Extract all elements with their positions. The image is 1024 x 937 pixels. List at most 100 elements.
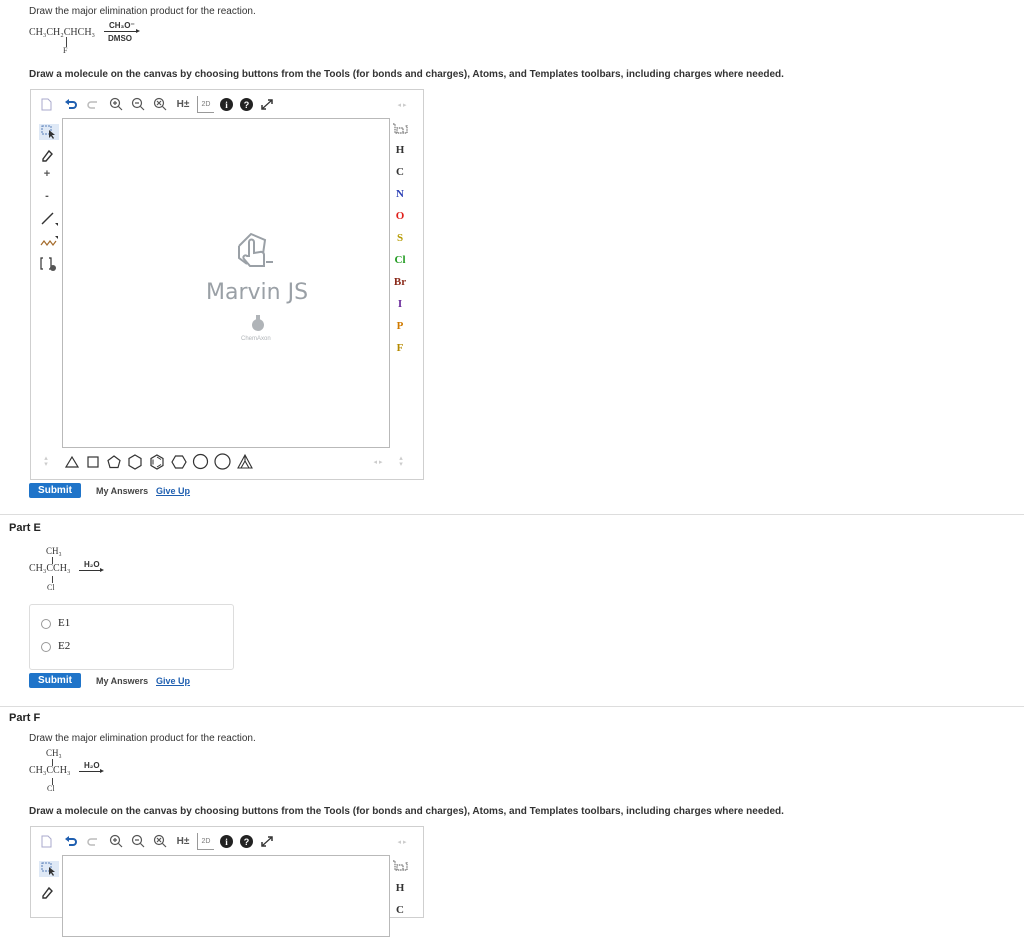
marvin-editor-2: H± 2D i ? ◂ ▸ H C [30, 826, 424, 937]
draw-instruction: Draw a molecule on the canvas by choosin… [29, 69, 784, 80]
clear-icon[interactable] [153, 834, 168, 849]
zoom-in-icon[interactable] [109, 97, 124, 112]
part-e-reactant-top: CH₃ [46, 546, 62, 556]
2d-label: 2D [201, 100, 211, 108]
section-divider [0, 514, 1024, 515]
part-d-submit-button[interactable]: Submit [29, 483, 81, 498]
periodic-table-icon[interactable] [392, 859, 408, 871]
reactant-substituent: F [63, 46, 68, 55]
clear-icon[interactable] [153, 97, 168, 112]
periodic-table-icon[interactable] [392, 122, 408, 134]
atom-o-button[interactable]: O [390, 210, 410, 222]
chemaxon-label: ChemAxon [241, 336, 271, 342]
charge-plus-icon[interactable]: + [39, 166, 55, 182]
square-template-icon[interactable] [85, 454, 101, 470]
info-icon[interactable]: i [220, 835, 233, 848]
help-icon[interactable]: ? [240, 835, 253, 848]
option-e2-radio[interactable] [41, 642, 51, 652]
h-toggle-icon[interactable]: H± [174, 835, 192, 848]
benzene-template-icon[interactable] [149, 454, 165, 470]
part-f-reagent: H₂O [84, 761, 100, 770]
option-e2-label[interactable]: E2 [58, 640, 70, 652]
reaction-arrow-head [136, 29, 140, 33]
charge-minus-icon[interactable]: - [39, 188, 55, 204]
redo-icon[interactable] [86, 98, 100, 111]
2d-clean-icon[interactable]: 2D [197, 833, 214, 850]
part-f-arrow-head [100, 769, 104, 773]
scroll-lr-bottom-icon[interactable]: ◂ ▸ [371, 457, 385, 466]
fullscreen-icon[interactable] [260, 835, 274, 848]
reaction-arrow [104, 31, 138, 32]
option-e1-radio[interactable] [41, 619, 51, 629]
atom-s-button[interactable]: S [390, 232, 410, 244]
part-f-prompt: Draw the major elimination product for t… [29, 733, 256, 744]
reactant-formula: CH₃CH₂CHCH₃ [29, 27, 96, 38]
part-f-title: Part F [9, 712, 41, 724]
part-e-give-up-link[interactable]: Give Up [156, 676, 190, 686]
info-icon[interactable]: i [220, 98, 233, 111]
part-e-reactant-main: CH₃CCH₃ [29, 563, 71, 574]
octagon-template-icon[interactable] [214, 453, 231, 470]
hexagon-template-icon[interactable] [127, 454, 143, 470]
atom-f-button[interactable]: F [390, 342, 410, 354]
single-bond-icon[interactable] [39, 209, 59, 229]
drawing-canvas[interactable]: Marvin JS ChemAxon [62, 118, 390, 448]
new-document-icon[interactable] [40, 98, 52, 111]
atom-n-button[interactable]: N [390, 188, 410, 200]
part-f-reactant-top: CH₃ [46, 748, 62, 758]
h-toggle-icon[interactable]: H± [174, 98, 192, 111]
part-e-reagent: H₂O [84, 560, 100, 569]
option-e1-label[interactable]: E1 [58, 617, 70, 629]
pentagon-template-icon[interactable] [106, 454, 122, 470]
help-icon[interactable]: ? [240, 98, 253, 111]
marvin-brand: Marvin JS [206, 280, 309, 305]
part-e-arrow [79, 570, 101, 571]
atom-h-button[interactable]: H [390, 882, 410, 894]
mechanism-options-box [29, 604, 234, 670]
part-d-give-up-link[interactable]: Give Up [156, 486, 190, 496]
heptagon-template-icon[interactable] [192, 453, 209, 470]
chain-icon[interactable] [39, 232, 59, 250]
atom-br-button[interactable]: Br [390, 276, 410, 288]
select-icon[interactable] [39, 861, 59, 877]
part-f-reactant-main: CH₃CCH₃ [29, 765, 71, 776]
scroll-lr-icon[interactable]: ◂ ▸ [395, 100, 409, 109]
triangle-template-icon[interactable] [64, 454, 80, 470]
drawing-canvas-2[interactable] [62, 855, 390, 937]
redo-icon[interactable] [86, 835, 100, 848]
erase-icon[interactable] [39, 147, 55, 163]
part-d-prompt: Draw the major elimination product for t… [29, 6, 256, 17]
atom-p-button[interactable]: P [390, 320, 410, 332]
zoom-out-icon[interactable] [131, 834, 146, 849]
atom-cl-button[interactable]: Cl [390, 254, 410, 266]
section-divider [0, 706, 1024, 707]
part-e-my-answers[interactable]: My Answers [96, 676, 148, 686]
scroll-ud-icon[interactable]: ▴ ▾ [42, 455, 50, 469]
part-f-arrow [79, 771, 101, 772]
undo-icon[interactable] [64, 98, 78, 111]
new-document-icon[interactable] [40, 835, 52, 848]
zoom-in-icon[interactable] [109, 834, 124, 849]
atom-toolbar: H C N O S Cl Br I P F [389, 118, 423, 448]
top-toolbar: H± 2D i ? ◂ ▸ [31, 90, 423, 118]
part-d-my-answers[interactable]: My Answers [96, 486, 148, 496]
erase-icon[interactable] [39, 884, 55, 900]
part-e-arrow-head [100, 568, 104, 572]
hexagon-flat-template-icon[interactable] [171, 454, 187, 470]
atom-h-button[interactable]: H [390, 144, 410, 156]
scroll-lr-icon[interactable]: ◂ ▸ [395, 837, 409, 846]
adamantane-template-icon[interactable] [236, 453, 254, 471]
fullscreen-icon[interactable] [260, 98, 274, 111]
atom-i-button[interactable]: I [390, 298, 410, 310]
left-toolbar: + - [31, 118, 61, 448]
bracket-icon[interactable] [39, 255, 59, 273]
atom-c-button[interactable]: C [390, 904, 410, 916]
scroll-ud-right-icon[interactable]: ▴ ▾ [397, 455, 405, 469]
zoom-out-icon[interactable] [131, 97, 146, 112]
part-e-submit-button[interactable]: Submit [29, 673, 81, 688]
select-icon[interactable] [39, 124, 59, 140]
undo-icon[interactable] [64, 835, 78, 848]
2d-label: 2D [201, 837, 211, 845]
atom-c-button[interactable]: C [390, 166, 410, 178]
2d-clean-icon[interactable]: 2D [197, 96, 214, 113]
